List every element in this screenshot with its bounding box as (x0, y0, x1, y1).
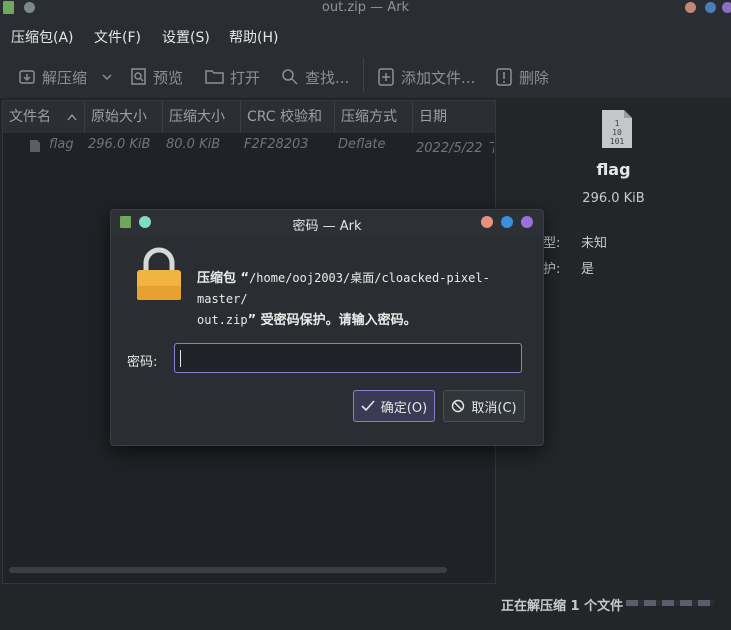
maximize-button[interactable] (705, 2, 716, 13)
details-type-value: 未知 (581, 236, 608, 251)
extract-dropdown[interactable] (101, 66, 119, 88)
cell-compressed: 80.0 KiB (166, 137, 221, 152)
message-prefix: 压缩包 “ (197, 271, 250, 286)
open-label: 打开 (230, 68, 261, 87)
message-filename: out.zip (197, 313, 248, 327)
cancel-icon (452, 399, 465, 413)
dialog-minimize-button[interactable] (481, 216, 493, 228)
binary-file-icon: 1 10 101 (602, 110, 632, 148)
window-title: out.zip — Ark (321, 0, 410, 15)
extract-button[interactable]: 解压缩 (18, 66, 87, 88)
text-caret (180, 350, 181, 367)
delete-icon (496, 68, 512, 86)
chevron-down-icon (102, 74, 112, 81)
cell-method: Deflate (338, 137, 386, 152)
dialog-message: 压缩包 “/home/ooj2003/桌面/cloacked-pixel-mas… (197, 268, 533, 331)
column-header-method[interactable]: 压缩方式 (335, 101, 413, 133)
binary-file-icon (30, 140, 40, 152)
lock-icon (137, 247, 181, 300)
column-header-size[interactable]: 原始大小 (85, 101, 163, 133)
password-input[interactable] (174, 343, 522, 373)
menubar: 压缩包(A) 文件(F) 设置(S) 帮助(H) (0, 18, 731, 54)
sort-ascending-icon (67, 113, 77, 121)
cell-date: 2022/5/22 下 (416, 141, 494, 156)
column-name-label: 文件名 (9, 109, 51, 125)
column-header-compressed[interactable]: 压缩大小 (163, 101, 241, 133)
column-header-name[interactable]: 文件名 (3, 101, 85, 133)
toolbar: 解压缩 预览 打开 查找... 添加文件... 删除 (0, 54, 731, 98)
menu-file[interactable]: 文件(F) (94, 27, 141, 47)
svg-text:1: 1 (615, 119, 620, 128)
details-size: 296.0 KiB (582, 191, 645, 206)
dialog-maximize-button[interactable] (501, 216, 513, 228)
add-file-icon (378, 68, 394, 86)
delete-button[interactable]: 删除 (496, 66, 549, 88)
find-button[interactable]: 查找... (281, 66, 349, 88)
svg-text:101: 101 (610, 137, 625, 146)
menu-settings[interactable]: 设置(S) (162, 27, 210, 47)
column-header-crc[interactable]: CRC 校验和 (241, 101, 335, 133)
menu-archive[interactable]: 压缩包(A) (11, 27, 74, 47)
close-button[interactable] (722, 2, 731, 13)
dialog-titlebar: 密码 — Ark (111, 210, 543, 236)
preview-icon (131, 68, 146, 85)
cell-name: flag (49, 137, 74, 152)
dialog-title: 密码 — Ark (292, 219, 362, 234)
status-text: 正在解压缩 1 个文件 (501, 599, 624, 614)
folder-open-icon (205, 70, 224, 84)
ok-label: 确定(O) (380, 400, 428, 416)
checkmark-icon (361, 400, 375, 412)
cell-crc: F2F28203 (244, 137, 309, 152)
progress-bar (626, 600, 714, 606)
toolbar-divider (363, 58, 364, 92)
add-files-label: 添加文件... (401, 68, 476, 87)
password-label: 密码: (127, 355, 158, 370)
message-suffix: ” 受密码保护。请输入密码。 (247, 313, 417, 328)
password-dialog: 密码 — Ark 压缩包 “/home/ooj2003/桌面/cloacked-… (110, 209, 544, 446)
search-icon (282, 69, 298, 85)
column-header-date[interactable]: 日期 (413, 101, 495, 133)
extract-icon (19, 70, 35, 84)
find-label: 查找... (305, 68, 350, 87)
extract-label: 解压缩 (42, 68, 88, 87)
svg-text:10: 10 (612, 128, 622, 137)
cell-size: 296.0 KiB (88, 137, 151, 152)
delete-label: 删除 (519, 68, 550, 87)
preview-label: 预览 (153, 68, 184, 87)
dialog-close-button[interactable] (521, 216, 533, 228)
cancel-button[interactable]: 取消(C) (443, 390, 525, 422)
details-filename: flag (596, 160, 631, 179)
ok-button[interactable]: 确定(O) (353, 390, 435, 422)
add-files-button[interactable]: 添加文件... (378, 66, 475, 88)
details-protect-value: 是 (581, 262, 595, 277)
open-button[interactable]: 打开 (205, 66, 260, 88)
file-list-header: 文件名 原始大小 压缩大小 CRC 校验和 压缩方式 日期 (3, 101, 495, 133)
cancel-label: 取消(C) (471, 400, 517, 416)
horizontal-scrollbar[interactable] (9, 567, 447, 573)
menu-help[interactable]: 帮助(H) (229, 27, 278, 47)
minimize-button[interactable] (685, 2, 696, 13)
window-titlebar: out.zip — Ark (0, 0, 731, 18)
preview-button[interactable]: 预览 (131, 66, 183, 88)
